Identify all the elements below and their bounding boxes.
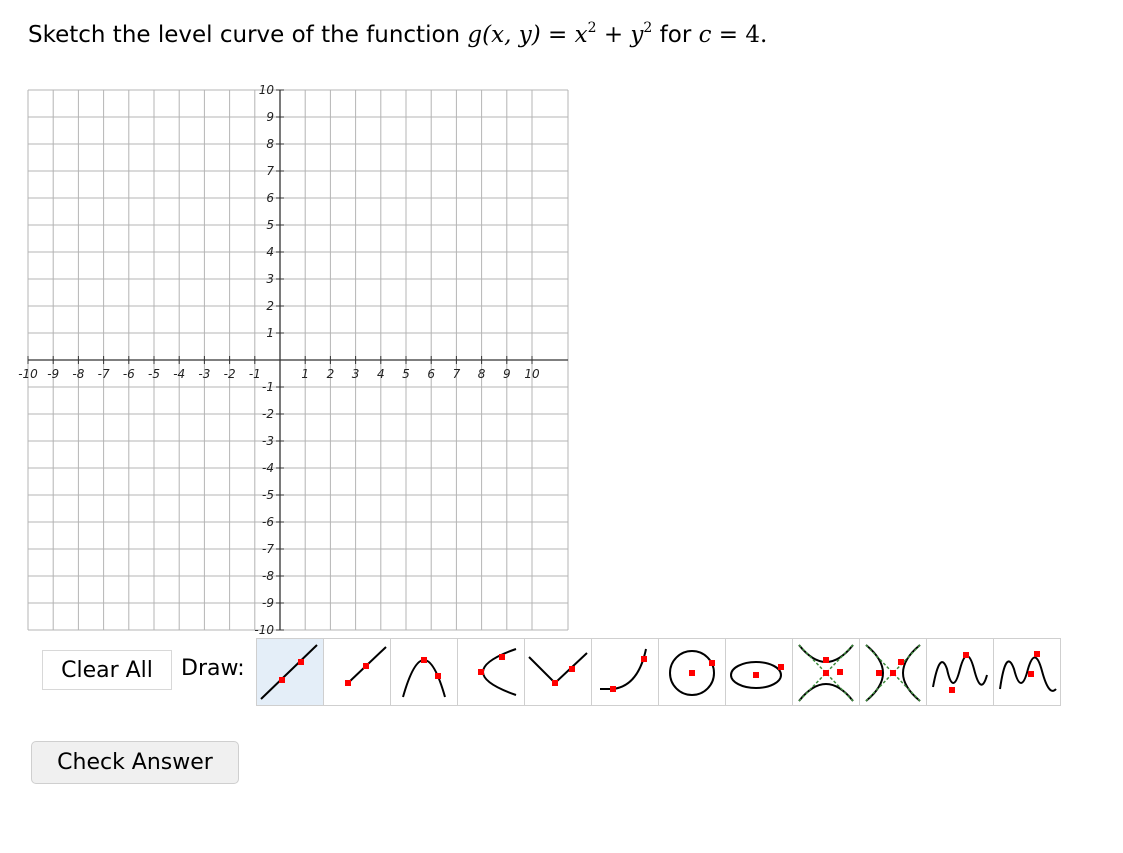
x-tick-label: -7 [98, 367, 110, 381]
y-tick-label: -3 [262, 434, 274, 448]
y-tick-label: -8 [262, 569, 274, 583]
y-tick-label: -5 [262, 488, 274, 502]
x-tick-label: -6 [123, 367, 135, 381]
square-root-tool[interactable] [591, 638, 659, 706]
y-tick-label: -1 [262, 380, 274, 394]
y-tick-label: 3 [266, 272, 274, 286]
y-tick-label: -9 [262, 596, 274, 610]
y-tick-label: -10 [254, 623, 274, 637]
horizontal-parabola-tool-icon [478, 648, 517, 696]
line-tool[interactable] [256, 638, 324, 706]
line-tool-icon [260, 644, 318, 700]
cosine-tool-icon [999, 651, 1057, 692]
y-tick-label: 10 [259, 83, 275, 97]
x-tick-label: -2 [224, 367, 236, 381]
vertical-hyperbola-tool-icon [798, 644, 854, 702]
cosine-tool[interactable] [993, 638, 1061, 706]
x-tick-label: -5 [148, 367, 160, 381]
horizontal-hyperbola-tool[interactable] [859, 638, 927, 706]
draw-label: Draw: [181, 656, 245, 681]
sine-tool[interactable] [926, 638, 994, 706]
x-tick-label: 4 [377, 367, 385, 381]
x-tick-label: 3 [352, 367, 360, 381]
x-tick-label: 9 [503, 367, 511, 381]
horizontal-hyperbola-tool-icon [865, 644, 921, 702]
x-tick-label: 1 [301, 367, 309, 381]
x-tick-label: -9 [47, 367, 59, 381]
x-tick-label: -1 [249, 367, 261, 381]
y-tick-label: -6 [262, 515, 274, 529]
y-tick-label: 1 [266, 326, 274, 340]
y-tick-label: 7 [266, 164, 274, 178]
x-tick-label: 10 [524, 367, 540, 381]
ellipse-tool[interactable] [725, 638, 793, 706]
x-tick-label: 5 [402, 367, 410, 381]
ray-tool[interactable] [323, 638, 391, 706]
check-answer-button[interactable]: Check Answer [31, 741, 239, 784]
vertical-hyperbola-tool[interactable] [792, 638, 860, 706]
horizontal-parabola-tool[interactable] [457, 638, 525, 706]
square-root-tool-icon [600, 648, 647, 692]
parabola-tool[interactable] [390, 638, 458, 706]
y-tick-label: 5 [266, 218, 274, 232]
ray-tool-icon [345, 646, 387, 686]
x-tick-label: 7 [453, 367, 461, 381]
sine-tool-icon [932, 652, 988, 693]
x-tick-label: -4 [173, 367, 185, 381]
y-tick-label: 9 [266, 110, 274, 124]
y-tick-label: 4 [266, 245, 274, 259]
parabola-tool-icon [402, 657, 446, 698]
y-tick-label: 8 [266, 137, 274, 151]
absolute-value-tool[interactable] [524, 638, 592, 706]
clear-all-button[interactable]: Clear All [42, 650, 172, 690]
graph-canvas[interactable]: -10 -9 -8 -7 -6 -5 -4 -3 -2 -1 1 2 3 4 5 6 7 8 9 10 10 9 8 7 6 5 4… [0, 0, 1123, 640]
y-tick-label: -7 [262, 542, 274, 556]
circle-tool[interactable] [658, 638, 726, 706]
draw-toolbar [256, 638, 1061, 706]
y-tick-label: -4 [262, 461, 274, 475]
ellipse-tool-icon [730, 661, 784, 689]
x-tick-label: 8 [478, 367, 486, 381]
x-tick-label: -3 [198, 367, 210, 381]
x-tick-label: -8 [72, 367, 84, 381]
y-tick-label: 6 [266, 191, 274, 205]
absolute-value-tool-icon [528, 652, 588, 686]
y-tick-label: -2 [262, 407, 274, 421]
x-tick-label: -10 [18, 367, 38, 381]
x-tick-label: 6 [427, 367, 435, 381]
y-tick-label: 2 [266, 299, 274, 313]
x-tick-label: 2 [327, 367, 335, 381]
circle-tool-icon [669, 650, 715, 696]
